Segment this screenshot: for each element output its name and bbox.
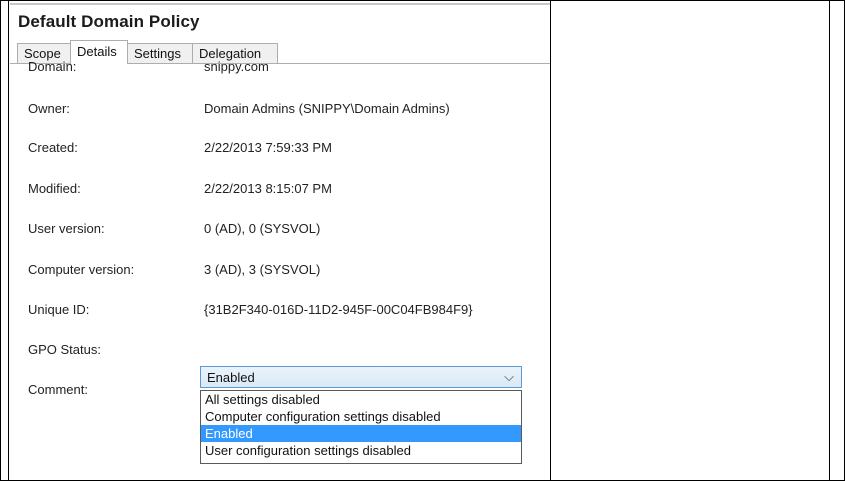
user-version-value: 0 (AD), 0 (SYSVOL): [204, 221, 321, 236]
owner-value: Domain Admins (SNIPPY\Domain Admins): [204, 101, 450, 116]
gpo-status-options: All settings disabled Computer configura…: [200, 390, 522, 464]
header-divider: [10, 3, 550, 5]
gpo-status-label: GPO Status:: [28, 342, 101, 357]
option-user-config-disabled[interactable]: User configuration settings disabled: [201, 442, 521, 459]
computer-version-label: Computer version:: [28, 262, 135, 277]
owner-label: Owner:: [28, 101, 70, 116]
tab-details[interactable]: Details: [70, 40, 128, 64]
pane-divider: [550, 0, 551, 481]
option-enabled[interactable]: Enabled: [201, 425, 521, 442]
unique-id-label: Unique ID:: [28, 302, 90, 317]
created-value: 2/22/2013 7:59:33 PM: [204, 140, 332, 155]
modified-label: Modified:: [28, 181, 81, 196]
user-version-label: User version:: [28, 221, 105, 236]
option-computer-config-disabled[interactable]: Computer configuration settings disabled: [201, 408, 521, 425]
domain-value: snippy.com: [204, 59, 269, 74]
created-label: Created:: [28, 140, 78, 155]
page-title: Default Domain Policy: [18, 12, 200, 31]
gpo-status-dropdown[interactable]: Enabled ⌵: [200, 366, 522, 388]
computer-version-value: 3 (AD), 3 (SYSVOL): [204, 262, 321, 277]
chevron-down-icon[interactable]: ⌵: [504, 369, 514, 385]
option-all-settings-disabled[interactable]: All settings disabled: [201, 391, 521, 408]
modified-value: 2/22/2013 8:15:07 PM: [204, 181, 332, 196]
gpo-status-selected: Enabled: [207, 370, 255, 385]
comment-label: Comment:: [28, 382, 88, 397]
left-border: [8, 0, 9, 481]
unique-id-value: {31B2F340-016D-11D2-945F-00C04FB984F9}: [204, 302, 473, 317]
tab-settings[interactable]: Settings: [127, 43, 193, 63]
right-border: [829, 0, 830, 481]
